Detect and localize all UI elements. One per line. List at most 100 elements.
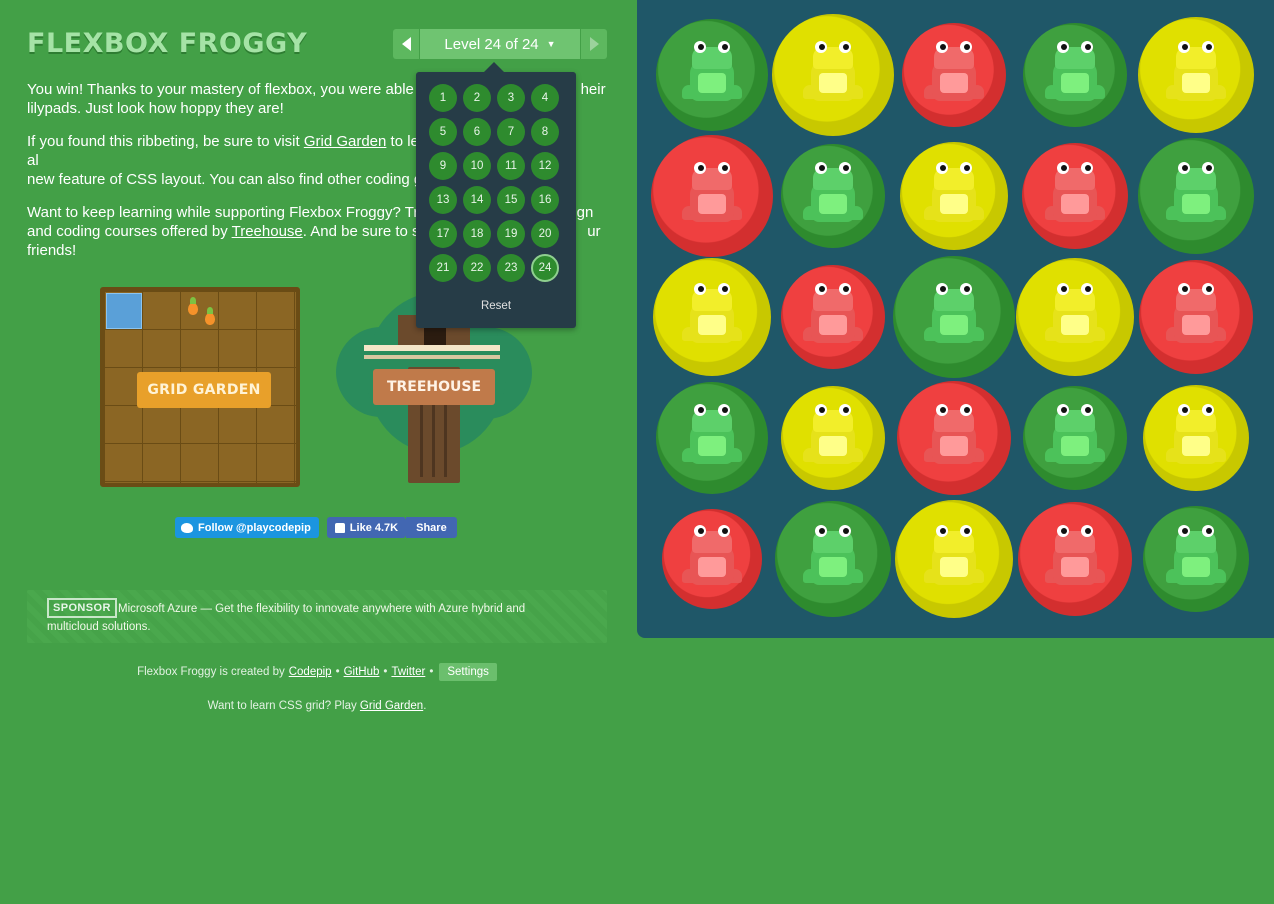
frog-yellow: [1160, 41, 1232, 103]
level-button-17[interactable]: 17: [429, 220, 457, 248]
frog-belly: [1061, 194, 1089, 214]
level-button-7[interactable]: 7: [497, 118, 525, 146]
separator: •: [383, 666, 388, 678]
frog-belly: [1061, 73, 1089, 93]
frog-yellow: [797, 404, 869, 466]
text: al: [27, 152, 39, 169]
frog-eye: [1202, 41, 1214, 53]
frog-eye: [1178, 41, 1190, 53]
frog-eye: [718, 283, 730, 295]
level-button-6[interactable]: 6: [463, 118, 491, 146]
level-button-8[interactable]: 8: [531, 118, 559, 146]
frog-eye: [1081, 162, 1093, 174]
frog-eye: [1202, 162, 1214, 174]
next-level-button[interactable]: [581, 29, 607, 59]
level-button-3[interactable]: 3: [497, 84, 525, 112]
sponsor-text: Microsoft Azure — Get the flexibility to…: [47, 603, 526, 633]
level-button-5[interactable]: 5: [429, 118, 457, 146]
text: If you found this ribbeting, be sure to …: [27, 133, 300, 150]
facebook-like-button[interactable]: Like 4.7K: [326, 517, 407, 538]
previous-level-button[interactable]: [393, 29, 419, 59]
frog-eye: [1057, 162, 1069, 174]
level-button-18[interactable]: 18: [463, 220, 491, 248]
facebook-share-button[interactable]: Share: [406, 517, 457, 538]
level-button-10[interactable]: 10: [463, 152, 491, 180]
frog-belly: [940, 194, 968, 214]
level-button-14[interactable]: 14: [463, 186, 491, 214]
level-button-22[interactable]: 22: [463, 254, 491, 282]
frog-red: [797, 283, 869, 345]
frog-belly: [1061, 557, 1089, 577]
frog-eye: [1178, 404, 1190, 416]
level-button-11[interactable]: 11: [497, 152, 525, 180]
frog-belly: [1061, 315, 1089, 335]
level-button-4[interactable]: 4: [531, 84, 559, 112]
frog-eye: [1057, 41, 1069, 53]
level-grid: 1 2 3 4 5 6 7 8 9 10 11 12 13 14 15 16 17 18 19 20 21 22 23 24: [429, 84, 565, 282]
frog-belly: [698, 194, 726, 214]
frog-belly: [819, 194, 847, 214]
level-button-2[interactable]: 2: [463, 84, 491, 112]
thumbs-up-icon: [334, 522, 345, 533]
frog-belly: [1182, 436, 1210, 456]
frog-green: [797, 162, 869, 224]
treehouse-link[interactable]: Treehouse: [232, 223, 303, 240]
text: and coding courses offered by: [27, 223, 228, 240]
grid-garden-footer-link[interactable]: Grid Garden: [360, 700, 423, 712]
frog-eye: [960, 41, 972, 53]
grid-garden-label: GRID GARDEN: [137, 372, 271, 408]
level-button-9[interactable]: 9: [429, 152, 457, 180]
arrow-right-icon: [589, 37, 599, 51]
level-button-20[interactable]: 20: [531, 220, 559, 248]
treehouse-label: TREEHOUSE: [373, 369, 495, 405]
frog-eye: [1178, 283, 1190, 295]
frog-eye: [815, 41, 827, 53]
frog-eye: [936, 525, 948, 537]
frog-belly: [1182, 73, 1210, 93]
level-button-15[interactable]: 15: [497, 186, 525, 214]
settings-button[interactable]: Settings: [439, 663, 497, 681]
frog-green: [1160, 162, 1232, 224]
text: new feature of CSS layout. You can also …: [27, 171, 444, 188]
level-button-1[interactable]: 1: [429, 84, 457, 112]
frog-eye: [936, 283, 948, 295]
twitter-link[interactable]: Twitter: [391, 666, 425, 678]
frog-eye: [839, 404, 851, 416]
level-button-24[interactable]: 24: [531, 254, 559, 282]
caret-down-icon: ▼: [546, 39, 556, 49]
level-button-19[interactable]: 19: [497, 220, 525, 248]
twitter-follow-button[interactable]: Follow @playcodepip: [175, 517, 319, 538]
frog-yellow: [918, 525, 990, 587]
level-indicator[interactable]: Level 24 of 24 ▼: [420, 29, 580, 59]
frog-eye: [839, 283, 851, 295]
frog-belly: [819, 436, 847, 456]
text: You win! Thanks to your mastery of flexb…: [27, 81, 431, 98]
carrot-icon: [205, 307, 215, 325]
frog-eye: [694, 283, 706, 295]
frog-yellow: [918, 162, 990, 224]
grid-garden-promo[interactable]: GRID GARDEN: [100, 287, 300, 487]
carrot-icon: [188, 297, 198, 315]
github-link[interactable]: GitHub: [344, 666, 380, 678]
sponsor-banner[interactable]: Microsoft Azure — Get the flexibility to…: [27, 590, 607, 643]
reset-button[interactable]: Reset: [416, 300, 576, 312]
frog-belly: [698, 315, 726, 335]
frog-eye: [936, 404, 948, 416]
level-dropdown: 1 2 3 4 5 6 7 8 9 10 11 12 13 14 15 16 17 18 19 20 21 22 23 24 …: [416, 62, 576, 328]
level-button-13[interactable]: 13: [429, 186, 457, 214]
frog-eye: [718, 162, 730, 174]
frog-belly: [1061, 436, 1089, 456]
frog-eye: [1202, 525, 1214, 537]
level-button-23[interactable]: 23: [497, 254, 525, 282]
frog-eye: [1057, 525, 1069, 537]
level-button-16[interactable]: 16: [531, 186, 559, 214]
level-button-12[interactable]: 12: [531, 152, 559, 180]
level-button-21[interactable]: 21: [429, 254, 457, 282]
arrow-left-icon: [401, 37, 411, 51]
twitter-bird-icon: [181, 522, 193, 533]
frog-belly: [940, 73, 968, 93]
frog-eye: [815, 283, 827, 295]
grid-garden-link[interactable]: Grid Garden: [304, 133, 387, 150]
frog-eye: [960, 404, 972, 416]
codepip-link[interactable]: Codepip: [289, 666, 332, 678]
